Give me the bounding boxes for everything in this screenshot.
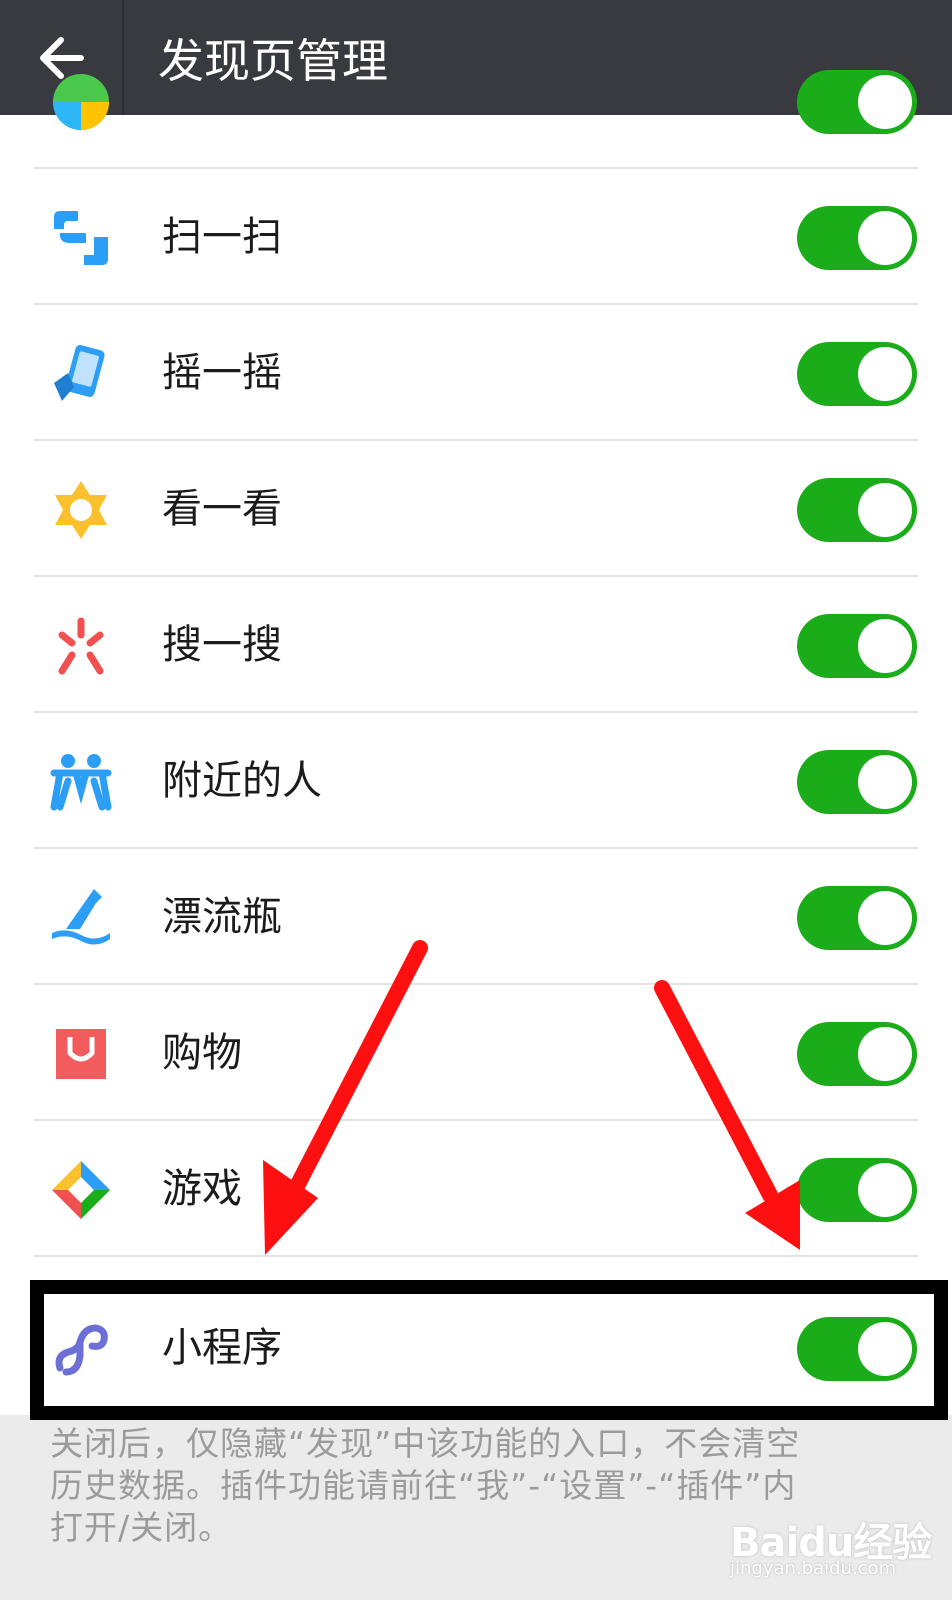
- list-item-scan[interactable]: 扫一扫: [0, 169, 952, 305]
- games-icon: [52, 1161, 110, 1219]
- toggle-knob: [858, 1027, 912, 1081]
- toggle-knob: [858, 483, 912, 537]
- footer-note: 关闭后，仅隐藏“发现”中该功能的入口，不会清空历史数据。插件功能请前往“我”-“…: [50, 1424, 801, 1547]
- list-item-label: 漂流瓶: [162, 894, 282, 940]
- scan-icon: [54, 211, 108, 265]
- people-nearby-icon: [50, 754, 112, 811]
- list-item-label: 搜一搜: [162, 622, 282, 668]
- shopping-icon: [56, 1029, 106, 1079]
- toggle-switch[interactable]: [797, 206, 917, 270]
- list-item-search[interactable]: 搜一搜: [0, 577, 952, 713]
- list-item-label: 扫一扫: [162, 214, 282, 260]
- toggle-knob: [858, 755, 912, 809]
- list-item-mini-program[interactable]: 小程序: [0, 1280, 952, 1416]
- list-item-shopping[interactable]: 购物: [0, 985, 952, 1121]
- toggle-switch[interactable]: [797, 1317, 917, 1381]
- list-item-games[interactable]: 游戏: [0, 1121, 952, 1257]
- toggle-knob: [858, 1322, 912, 1376]
- toggle-switch[interactable]: [797, 1022, 917, 1086]
- list-item-label: 游戏: [162, 1166, 242, 1212]
- mini-program-icon: [55, 1324, 108, 1376]
- list-item-label: 小程序: [162, 1325, 282, 1371]
- toggle-knob: [858, 619, 912, 673]
- toggle-knob: [858, 347, 912, 401]
- list-item-shake[interactable]: 摇一摇: [0, 305, 952, 441]
- toggle-switch[interactable]: [797, 478, 917, 542]
- toggle-switch[interactable]: [797, 70, 917, 134]
- watermark-url: jingyan.baidu.com: [730, 1558, 897, 1579]
- toggle-knob: [858, 75, 912, 129]
- toggle-switch[interactable]: [797, 614, 917, 678]
- toggle-switch[interactable]: [797, 1158, 917, 1222]
- list-item-drift-bottle[interactable]: 漂流瓶: [0, 849, 952, 985]
- toggle-knob: [858, 891, 912, 945]
- list-item-partial: [0, 33, 952, 169]
- toggle-switch[interactable]: [797, 750, 917, 814]
- toggle-switch[interactable]: [797, 886, 917, 950]
- top-stories-icon: [55, 481, 107, 539]
- toggle-switch[interactable]: [797, 342, 917, 406]
- list-item-label: 购物: [162, 1030, 242, 1076]
- list-item-top-stories[interactable]: 看一看: [0, 441, 952, 577]
- divider: [34, 1255, 918, 1257]
- drift-bottle-icon: [52, 889, 110, 945]
- list-item-label: 附近的人: [162, 758, 322, 804]
- list-item-label: 看一看: [162, 486, 282, 532]
- toggle-knob: [858, 1163, 912, 1217]
- shake-icon: [54, 345, 105, 401]
- moments-icon: [53, 74, 109, 130]
- toggle-knob: [858, 211, 912, 265]
- search-icon: [58, 617, 104, 675]
- list-item-people-nearby[interactable]: 附近的人: [0, 713, 952, 849]
- list-item-label: 摇一摇: [162, 350, 282, 396]
